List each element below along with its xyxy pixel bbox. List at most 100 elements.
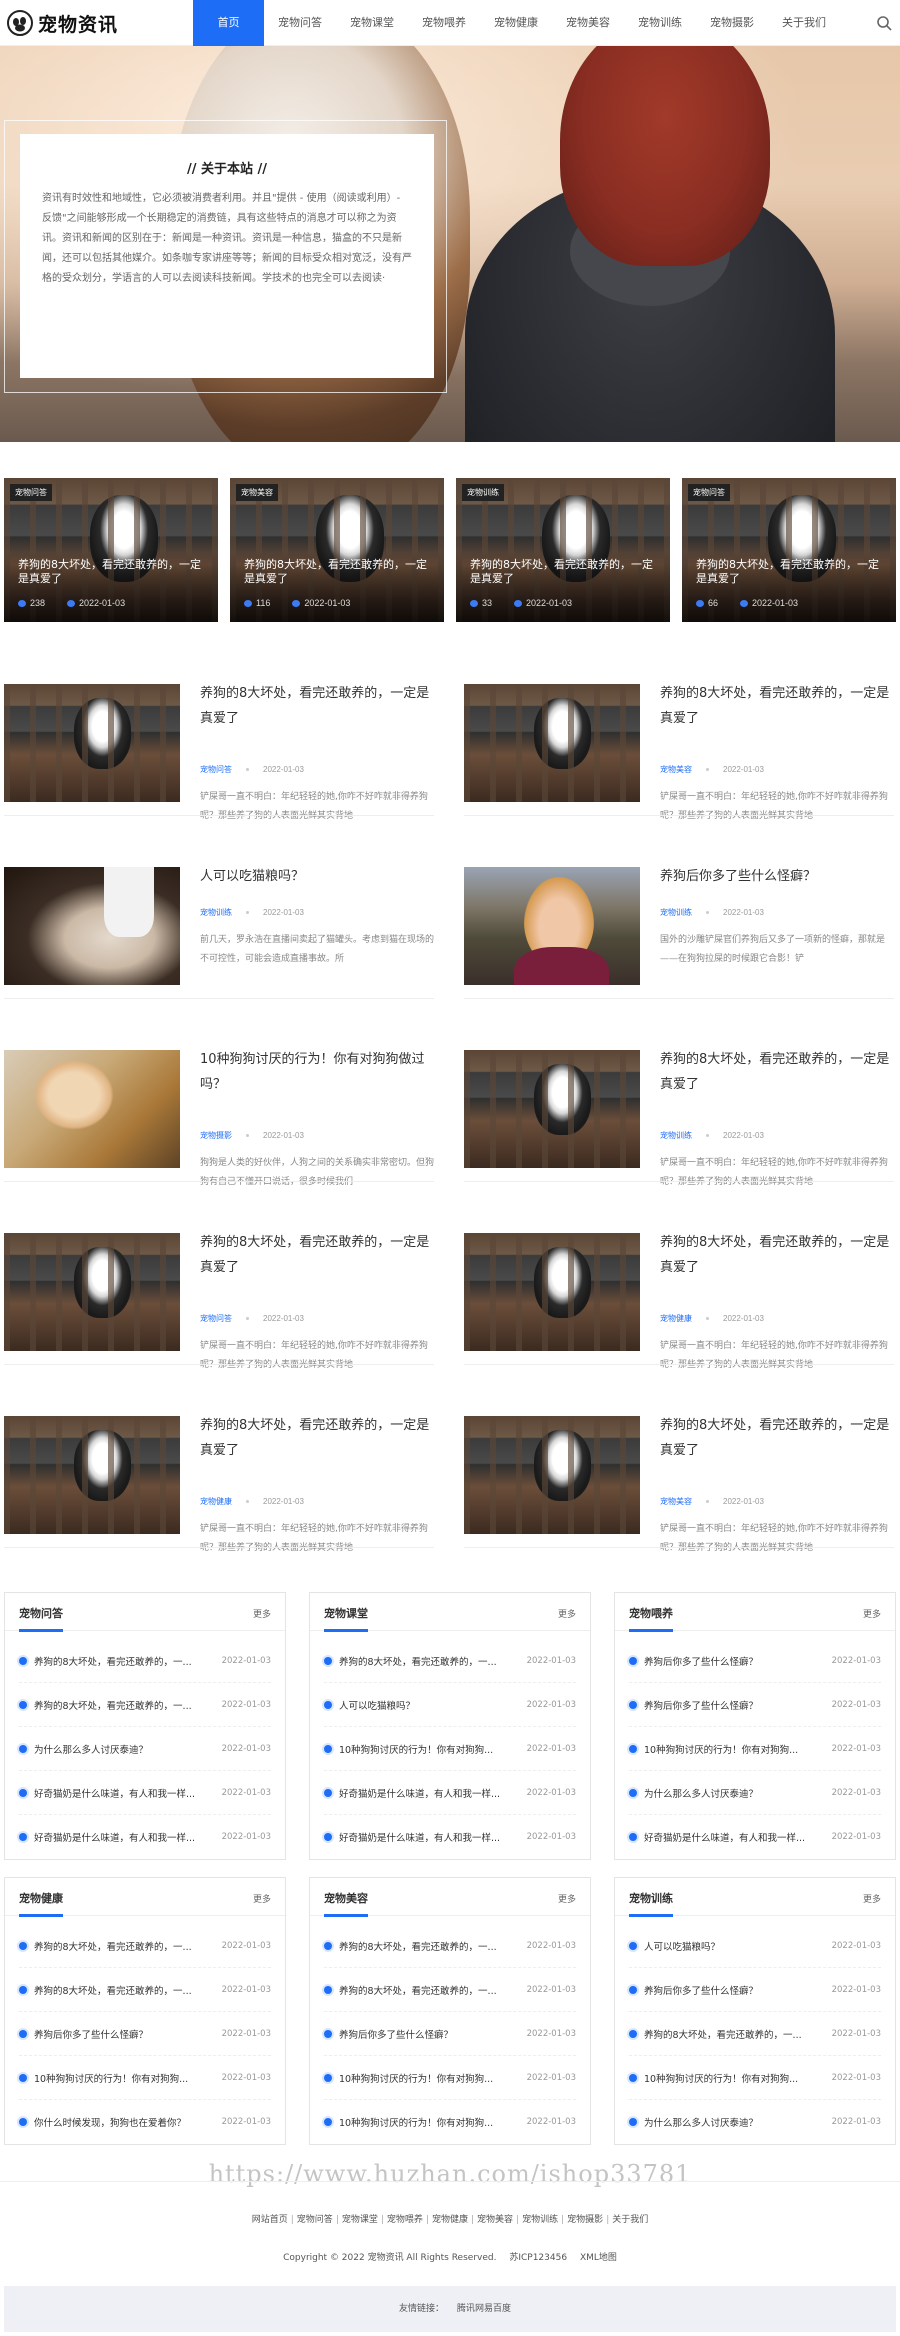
article-item[interactable]: 养狗的8大坏处，看完还敢养的，一定是真爱了 宠物训练 2022-01-03 铲屎哥一直… (464, 1050, 894, 1187)
article-thumb[interactable] (464, 1416, 640, 1534)
box-list-item[interactable]: 10种狗狗讨厌的行为！你有对狗狗... 2022-01-03 (629, 2056, 881, 2100)
box-title[interactable]: 宠物课堂 (324, 1605, 368, 1621)
article-item[interactable]: 人可以吃猫粮吗？ 宠物训练 2022-01-03 前几天，罗永浩在直播间卖起了猫罐头。… (4, 867, 434, 987)
article-title[interactable]: 养狗的8大坏处，看完还敢养的，一定是真爱了 (200, 1413, 434, 1463)
box-item-title[interactable]: 养狗的8大坏处，看完还敢养的，一... (339, 1983, 527, 1997)
box-item-title[interactable]: 养狗的8大坏处，看完还敢养的，一... (644, 2027, 832, 2041)
box-item-title[interactable]: 为什么那么多人讨厌泰迪？ (644, 1786, 832, 1800)
footer-nav-item[interactable]: 关于我们 (612, 2215, 648, 2225)
box-list-item[interactable]: 养狗后你多了些什么怪癖？ 2022-01-03 (629, 1683, 881, 1727)
article-title[interactable]: 养狗的8大坏处，看完还敢养的，一定是真爱了 (200, 1230, 434, 1280)
article-category[interactable]: 宠物美容 (660, 1496, 692, 1507)
card-title[interactable]: 养狗的8大坏处，看完还敢养的，一定是真爱了 (470, 558, 660, 586)
footer-nav-item[interactable]: 宠物课堂 (342, 2215, 378, 2225)
box-item-title[interactable]: 为什么那么多人讨厌泰迪？ (644, 2115, 832, 2129)
featured-card[interactable]: 宠物训练 养狗的8大坏处，看完还敢养的，一定是真爱了 33 2022-01-03 (456, 478, 670, 622)
box-item-title[interactable]: 好奇猫奶是什么味道，有人和我一样... (644, 1830, 832, 1844)
box-list-item[interactable]: 养狗的8大坏处，看完还敢养的，一... 2022-01-03 (324, 1968, 576, 2012)
box-item-title[interactable]: 养狗后你多了些什么怪癖？ (339, 2027, 527, 2041)
box-list-item[interactable]: 10种狗狗讨厌的行为！你有对狗狗... 2022-01-03 (324, 2100, 576, 2144)
footer-nav-item[interactable]: 宠物健康 (432, 2215, 468, 2225)
box-list-item[interactable]: 养狗的8大坏处，看完还敢养的，一... 2022-01-03 (19, 1924, 271, 1968)
article-item[interactable]: 养狗后你多了些什么怪癖？ 宠物训练 2022-01-03 国外的沙雕铲屎官们养狗后又多… (464, 867, 894, 987)
article-category[interactable]: 宠物训练 (660, 907, 692, 918)
box-list-item[interactable]: 好奇猫奶是什么味道，有人和我一样... 2022-01-03 (19, 1815, 271, 1859)
article-thumb[interactable] (464, 684, 640, 802)
box-list-item[interactable]: 好奇猫奶是什么味道，有人和我一样... 2022-01-03 (324, 1815, 576, 1859)
box-list-item[interactable]: 养狗的8大坏处，看完还敢养的，一... 2022-01-03 (19, 1683, 271, 1727)
article-category[interactable]: 宠物摄影 (200, 1130, 232, 1141)
box-item-title[interactable]: 10种狗狗讨厌的行为！你有对狗狗... (644, 1742, 832, 1756)
box-more-link[interactable]: 更多 (253, 1892, 271, 1905)
box-list-item[interactable]: 养狗的8大坏处，看完还敢养的，一... 2022-01-03 (629, 2012, 881, 2056)
friend-link[interactable]: 网易 (475, 2304, 493, 2314)
box-title[interactable]: 宠物问答 (19, 1605, 63, 1621)
box-title[interactable]: 宠物美容 (324, 1890, 368, 1906)
footer-nav-item[interactable]: 宠物喂养 (387, 2215, 423, 2225)
article-thumb[interactable] (4, 684, 180, 802)
box-item-title[interactable]: 养狗的8大坏处，看完还敢养的，一... (34, 1983, 222, 1997)
box-item-title[interactable]: 10种狗狗讨厌的行为！你有对狗狗... (339, 2115, 527, 2129)
friend-link[interactable]: 百度 (493, 2304, 511, 2314)
box-more-link[interactable]: 更多 (558, 1607, 576, 1620)
site-logo[interactable]: 宠物资讯 (6, 8, 118, 38)
box-list-item[interactable]: 好奇猫奶是什么味道，有人和我一样... 2022-01-03 (324, 1771, 576, 1815)
box-item-title[interactable]: 10种狗狗讨厌的行为！你有对狗狗... (644, 2071, 832, 2085)
nav-item-0[interactable]: 首页 (193, 0, 264, 46)
box-list-item[interactable]: 10种狗狗讨厌的行为！你有对狗狗... 2022-01-03 (19, 2056, 271, 2100)
box-item-title[interactable]: 养狗的8大坏处，看完还敢养的，一... (339, 1654, 527, 1668)
box-more-link[interactable]: 更多 (863, 1892, 881, 1905)
box-list-item[interactable]: 为什么那么多人讨厌泰迪？ 2022-01-03 (19, 1727, 271, 1771)
article-item[interactable]: 养狗的8大坏处，看完还敢养的，一定是真爱了 宠物美容 2022-01-03 铲屎哥一直… (464, 1416, 894, 1553)
box-more-link[interactable]: 更多 (558, 1892, 576, 1905)
article-thumb[interactable] (464, 1233, 640, 1351)
box-list-item[interactable]: 10种狗狗讨厌的行为！你有对狗狗... 2022-01-03 (629, 1727, 881, 1771)
nav-item-8[interactable]: 关于我们 (768, 0, 840, 46)
nav-item-2[interactable]: 宠物课堂 (336, 0, 408, 46)
article-category[interactable]: 宠物问答 (200, 764, 232, 775)
card-tag[interactable]: 宠物问答 (10, 484, 52, 501)
nav-item-7[interactable]: 宠物摄影 (696, 0, 768, 46)
box-list-item[interactable]: 人可以吃猫粮吗？ 2022-01-03 (324, 1683, 576, 1727)
box-list-item[interactable]: 养狗后你多了些什么怪癖？ 2022-01-03 (629, 1639, 881, 1683)
featured-card[interactable]: 宠物美容 养狗的8大坏处，看完还敢养的，一定是真爱了 116 2022-01-03 (230, 478, 444, 622)
footer-nav-item[interactable]: 宠物训练 (522, 2215, 558, 2225)
box-item-title[interactable]: 养狗后你多了些什么怪癖？ (644, 1654, 832, 1668)
featured-card[interactable]: 宠物问答 养狗的8大坏处，看完还敢养的，一定是真爱了 66 2022-01-03 (682, 478, 896, 622)
friend-link[interactable]: 腾讯 (457, 2304, 475, 2314)
article-title[interactable]: 养狗后你多了些什么怪癖？ (660, 864, 894, 889)
box-item-title[interactable]: 养狗后你多了些什么怪癖？ (644, 1983, 832, 1997)
box-item-title[interactable]: 养狗的8大坏处，看完还敢养的，一... (339, 1939, 527, 1953)
sitemap-link[interactable]: XML地图 (580, 2253, 617, 2263)
article-thumb[interactable] (4, 1050, 180, 1168)
box-item-title[interactable]: 好奇猫奶是什么味道，有人和我一样... (339, 1830, 527, 1844)
nav-item-4[interactable]: 宠物健康 (480, 0, 552, 46)
box-title[interactable]: 宠物喂养 (629, 1605, 673, 1621)
box-item-title[interactable]: 好奇猫奶是什么味道，有人和我一样... (339, 1786, 527, 1800)
box-list-item[interactable]: 养狗后你多了些什么怪癖？ 2022-01-03 (324, 2012, 576, 2056)
nav-item-6[interactable]: 宠物训练 (624, 0, 696, 46)
box-item-title[interactable]: 10种狗狗讨厌的行为！你有对狗狗... (34, 2071, 222, 2085)
box-list-item[interactable]: 10种狗狗讨厌的行为！你有对狗狗... 2022-01-03 (324, 1727, 576, 1771)
article-item[interactable]: 养狗的8大坏处，看完还敢养的，一定是真爱了 宠物美容 2022-01-03 铲屎哥一直… (464, 681, 894, 821)
article-category[interactable]: 宠物健康 (660, 1313, 692, 1324)
box-item-title[interactable]: 10种狗狗讨厌的行为！你有对狗狗... (339, 1742, 527, 1756)
box-item-title[interactable]: 养狗的8大坏处，看完还敢养的，一... (34, 1654, 222, 1668)
article-thumb[interactable] (464, 1050, 640, 1168)
article-thumb[interactable] (4, 1416, 180, 1534)
box-item-title[interactable]: 你什么时候发现，狗狗也在爱着你？ (34, 2115, 222, 2129)
article-item[interactable]: 养狗的8大坏处，看完还敢养的，一定是真爱了 宠物问答 2022-01-03 铲屎哥一直… (4, 1230, 434, 1370)
card-title[interactable]: 养狗的8大坏处，看完还敢养的，一定是真爱了 (18, 558, 208, 586)
footer-nav-item[interactable]: 宠物美容 (477, 2215, 513, 2225)
box-list-item[interactable]: 好奇猫奶是什么味道，有人和我一样... 2022-01-03 (629, 1815, 881, 1859)
box-list-item[interactable]: 养狗后你多了些什么怪癖？ 2022-01-03 (629, 1968, 881, 2012)
article-title[interactable]: 养狗的8大坏处，看完还敢养的，一定是真爱了 (660, 681, 894, 731)
article-category[interactable]: 宠物训练 (200, 907, 232, 918)
box-list-item[interactable]: 好奇猫奶是什么味道，有人和我一样... 2022-01-03 (19, 1771, 271, 1815)
box-list-item[interactable]: 养狗的8大坏处，看完还敢养的，一... 2022-01-03 (324, 1639, 576, 1683)
box-title[interactable]: 宠物健康 (19, 1890, 63, 1906)
nav-item-1[interactable]: 宠物问答 (264, 0, 336, 46)
box-title[interactable]: 宠物训练 (629, 1890, 673, 1906)
article-item[interactable]: 10种狗狗讨厌的行为！你有对狗狗做过吗？ 宠物摄影 2022-01-03 狗狗是人类的… (4, 1050, 434, 1187)
article-item[interactable]: 养狗的8大坏处，看完还敢养的，一定是真爱了 宠物健康 2022-01-03 铲屎哥一直… (464, 1233, 894, 1370)
